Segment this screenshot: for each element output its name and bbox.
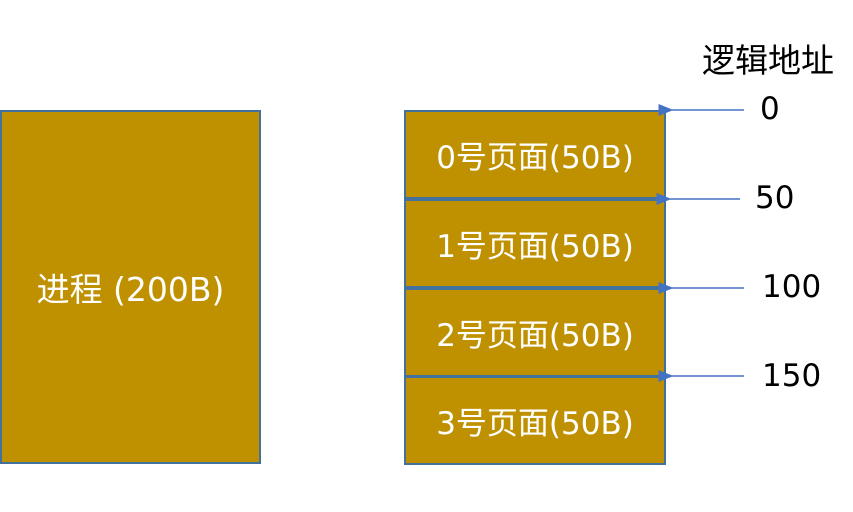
address-arrows [656,104,744,382]
